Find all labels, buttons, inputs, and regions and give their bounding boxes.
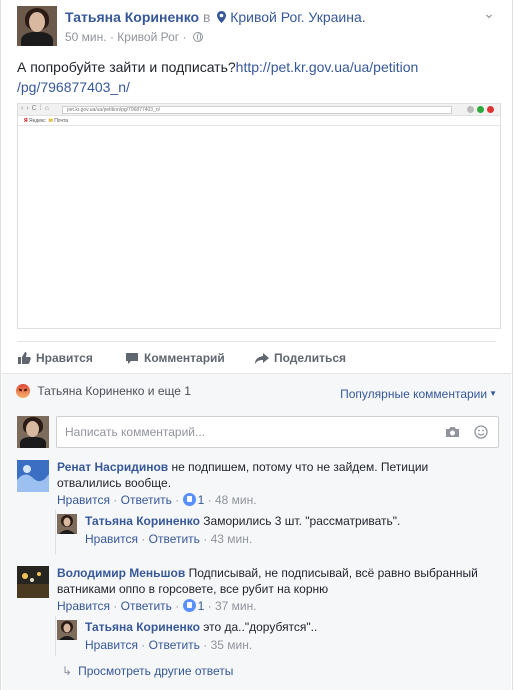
place-link[interactable]: Кривой Рог. Украина. [230,9,365,25]
comment-actions: Нравится · Ответить · 1 · 37 мин. [57,599,257,613]
reactions-summary[interactable]: Татьяна Кориненко и еще 1 [37,384,191,398]
comment-input[interactable] [57,417,437,447]
comment-sort-dropdown[interactable]: Популярные комментарии ▼ [340,387,497,401]
petition-link[interactable]: http://pet.kr.gov.ua/ua/petition [236,59,419,75]
comment-text-cont: ватниками оппо в горсовете, все рубит на… [57,582,329,596]
comment-reply-link[interactable]: Ответить [121,599,172,613]
post-header: Татьяна Кориненко в Кривой Рог. Украина.… [17,6,496,46]
reply-text: это да.."дорубятся".. [199,620,318,634]
author-name-link[interactable]: Татьяна Кориненко [65,9,199,25]
chevron-down-icon[interactable]: ⌄ [482,6,496,20]
reply-time[interactable]: 43 мин. [211,532,253,546]
comment-text-cont: отвалились вообще. [57,476,172,490]
reply-time[interactable]: 35 мин. [211,638,253,652]
like-count-icon [182,599,196,612]
share-icon [255,353,269,364]
feed-post: Татьяна Кориненко в Кривой Рог. Украина.… [0,0,513,690]
comment-time[interactable]: 37 мин. [215,599,257,613]
browser-nav-icons: ‹›C⁞⌂ [21,105,52,112]
comments-section: Татьяна Кориненко и еще 1 Популярные ком… [2,373,511,690]
composer-avatar [17,416,49,448]
commenter-avatar[interactable] [17,566,49,598]
comment-text: не подпишем, потому что не зайдем. Петиц… [168,460,429,474]
comment-text: Подписывай, не подписывай, всё равно выб… [185,566,478,580]
meta-separator: · [182,30,187,44]
browser-url: pet.kr.gov.ua/ua/petition/pg/796877403_n… [62,106,452,114]
petition-link-cont[interactable]: /pg/796877403_n/ [17,79,130,95]
comment-time[interactable]: 48 мин. [215,493,257,507]
globe-icon[interactable] [192,32,203,42]
caret-down-icon: ▼ [489,389,497,398]
reactions-row: Татьяна Кориненко и еще 1 Популярные ком… [16,384,497,404]
browser-toolbar: ‹›C⁞⌂ pet.kr.gov.ua/ua/petition/pg/79687… [18,104,500,116]
reply-reply-link[interactable]: Ответить [149,532,200,546]
post-meta: 50 мин. · Кривой Рог · [65,30,203,44]
reply-body: Татьяна Кориненко это да.."дорубятся".. [85,619,485,635]
reply-arrow-icon: ↳ [62,664,73,678]
reply-like-link[interactable]: Нравится [85,638,138,652]
reply-text: Заморились 3 шт. "рассматривать". [199,514,401,528]
reply-actions: Нравится · Ответить · 43 мин. [85,532,253,546]
bookmark-mail: Почта [54,118,69,124]
post-actions: Нравится Комментарий Поделиться [17,341,496,373]
replier-avatar[interactable] [57,514,77,534]
comment-like-link[interactable]: Нравится [57,599,110,613]
reply-reply-link[interactable]: Ответить [149,638,200,652]
post-text: А попробуйте зайти и подписать?http://pe… [17,57,496,97]
angry-reaction-icon [16,384,30,398]
browser-bookmarks: Я Яндекс ✉ Почта [18,116,500,126]
post-text-body: А попробуйте зайти и подписать? [17,59,236,75]
author-avatar[interactable] [17,6,57,46]
bookmark-yandex: Яндекс [28,118,46,124]
like-button[interactable]: Нравится [17,351,93,365]
post-location[interactable]: Кривой Рог [117,30,179,44]
replier-name[interactable]: Татьяна Кориненко [85,620,200,634]
thread-line [55,616,56,656]
thumbs-up-icon [18,352,31,364]
browser-ext-icons [467,106,494,113]
reply-like-link[interactable]: Нравится [85,532,138,546]
thread-line [55,510,56,554]
replier-avatar[interactable] [57,620,77,640]
comment-reply-link[interactable]: Ответить [121,493,172,507]
post-time[interactable]: 50 мин. [65,30,107,44]
comment-like-link[interactable]: Нравится [57,493,110,507]
comment-composer[interactable] [56,416,499,448]
author-line: Татьяна Кориненко в Кривой Рог. Украина. [65,9,366,25]
comment-body: Ренат Насридинов не подпишем, потому что… [57,459,487,491]
like-count-icon [182,493,196,506]
reply-body: Татьяна Кориненко Заморились 3 шт. "расс… [85,513,485,529]
commenter-name[interactable]: Ренат Насридинов [57,460,168,474]
share-button[interactable]: Поделиться [255,351,346,365]
comment-body: Володимир Меньшов Подписывай, не подписы… [57,565,497,597]
location-pin-icon [217,11,227,23]
commenter-name[interactable]: Володимир Меньшов [57,566,185,580]
camera-icon[interactable] [445,426,460,438]
reply-actions: Нравится · Ответить · 35 мин. [85,638,253,652]
view-more-replies-link[interactable]: ↳ Просмотреть другие ответы [62,664,233,678]
commenter-avatar[interactable] [17,460,49,492]
emoji-icon[interactable] [474,425,488,439]
comment-icon [126,353,138,364]
comment-button[interactable]: Комментарий [125,351,225,365]
in-word: в [202,9,211,25]
meta-separator: · [109,30,114,44]
attached-screenshot[interactable]: ‹›C⁞⌂ pet.kr.gov.ua/ua/petition/pg/79687… [17,103,501,329]
comment-actions: Нравится · Ответить · 1 · 48 мин. [57,493,257,507]
replier-name[interactable]: Татьяна Кориненко [85,514,200,528]
